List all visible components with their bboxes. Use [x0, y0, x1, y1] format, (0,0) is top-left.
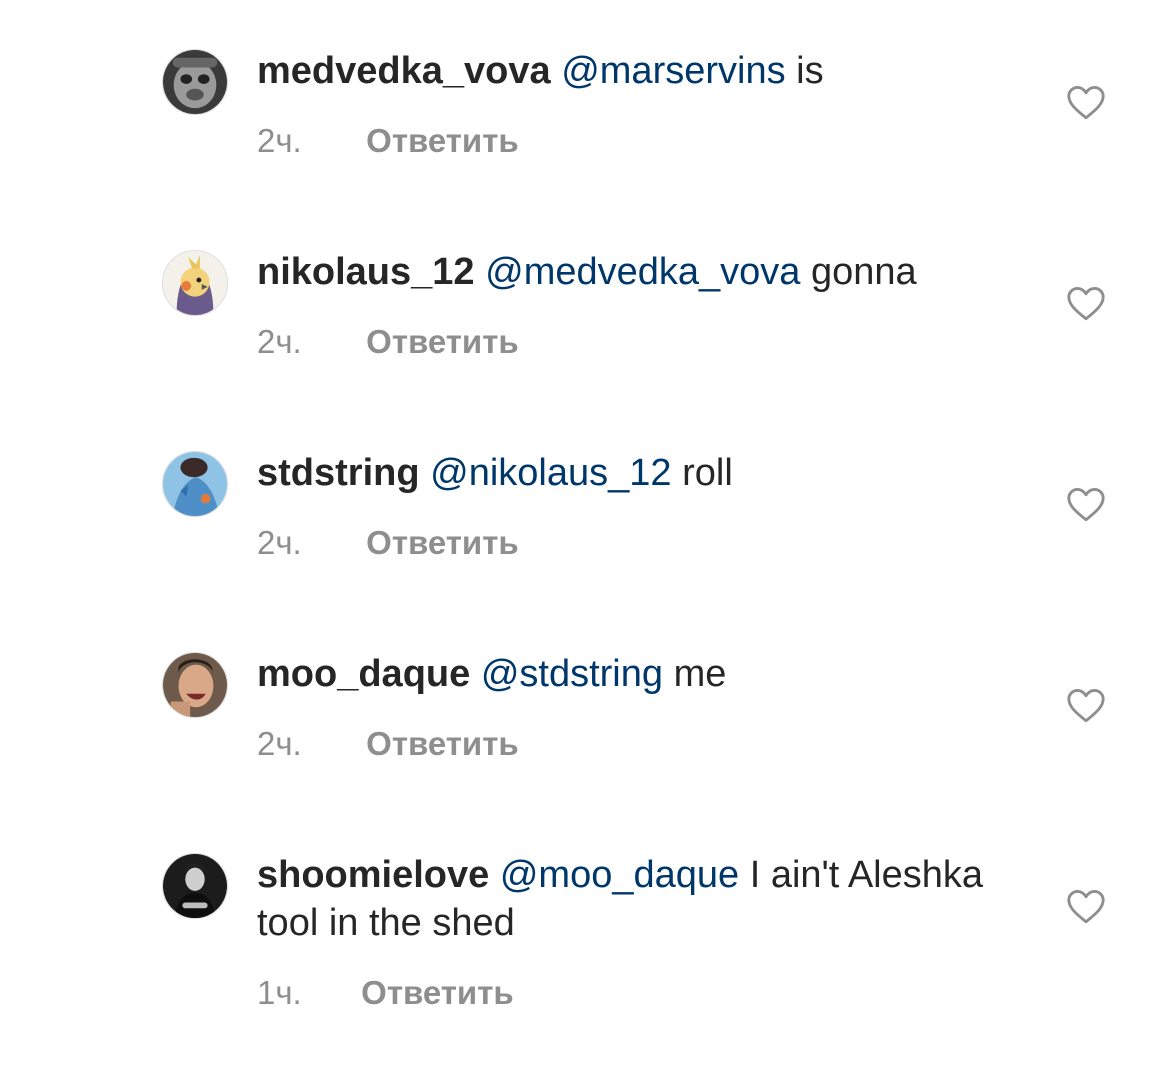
like-button[interactable] — [1066, 889, 1106, 925]
comment-username[interactable]: moo_daque — [257, 653, 470, 695]
comment-mention[interactable]: @marservins — [561, 50, 785, 92]
comment-mention[interactable]: @stdstring — [481, 653, 663, 695]
like-button[interactable] — [1066, 487, 1106, 523]
comment-time: 2ч. — [257, 122, 302, 159]
avatar[interactable] — [162, 652, 228, 718]
comment-username[interactable]: medvedka_vova — [257, 50, 551, 92]
comment-meta: 2ч. Ответить — [257, 121, 519, 161]
comment-mention[interactable]: @moo_daque — [500, 854, 739, 896]
comment-body: moo_daque @stdstring me — [257, 650, 1017, 698]
comment-body: medvedka_vova @marservins is — [257, 47, 1017, 95]
reply-button[interactable]: Ответить — [366, 524, 519, 561]
comment-username[interactable]: stdstring — [257, 452, 420, 494]
comment-mention[interactable]: @nikolaus_12 — [430, 452, 671, 494]
heart-outline-icon — [1067, 890, 1105, 924]
comment-body: nikolaus_12 @medvedka_vova gonna — [257, 248, 1017, 296]
comment-meta: 2ч. Ответить — [257, 724, 519, 764]
comment-text: roll — [671, 452, 733, 494]
avatar-blue-illustration-icon — [163, 452, 227, 516]
avatar[interactable] — [162, 250, 228, 316]
avatar[interactable] — [162, 451, 228, 517]
avatar-grayscale-face-icon — [163, 50, 227, 114]
heart-outline-icon — [1067, 689, 1105, 723]
comment-text: is — [785, 50, 824, 92]
reply-button[interactable]: Ответить — [366, 725, 519, 762]
comment-mention[interactable]: @medvedka_vova — [485, 251, 800, 293]
avatar-cockatiel-bird-icon — [163, 251, 227, 315]
comment-time: 2ч. — [257, 725, 302, 762]
comment-time: 1ч. — [257, 974, 302, 1011]
comment-time: 2ч. — [257, 323, 302, 360]
avatar[interactable] — [162, 853, 228, 919]
reply-button[interactable]: Ответить — [366, 323, 519, 360]
avatar-dark-portrait-icon — [163, 854, 227, 918]
comment-body: stdstring @nikolaus_12 roll — [257, 449, 1017, 497]
like-button[interactable] — [1066, 286, 1106, 322]
comment-meta: 1ч. Ответить — [257, 973, 514, 1013]
comment-meta: 2ч. Ответить — [257, 322, 519, 362]
comment-body: shoomielove @moo_daque I ain't Aleshka t… — [257, 851, 1017, 947]
comment-time: 2ч. — [257, 524, 302, 561]
avatar-laughing-person-icon — [163, 653, 227, 717]
comment-username[interactable]: shoomielove — [257, 854, 489, 896]
like-button[interactable] — [1066, 688, 1106, 724]
comment-meta: 2ч. Ответить — [257, 523, 519, 563]
comment-text: gonna — [800, 251, 917, 293]
comment-text: me — [663, 653, 727, 695]
like-button[interactable] — [1066, 85, 1106, 121]
avatar[interactable] — [162, 49, 228, 115]
heart-outline-icon — [1067, 287, 1105, 321]
heart-outline-icon — [1067, 488, 1105, 522]
reply-button[interactable]: Ответить — [361, 974, 514, 1011]
heart-outline-icon — [1067, 86, 1105, 120]
reply-button[interactable]: Ответить — [366, 122, 519, 159]
comment-username[interactable]: nikolaus_12 — [257, 251, 475, 293]
